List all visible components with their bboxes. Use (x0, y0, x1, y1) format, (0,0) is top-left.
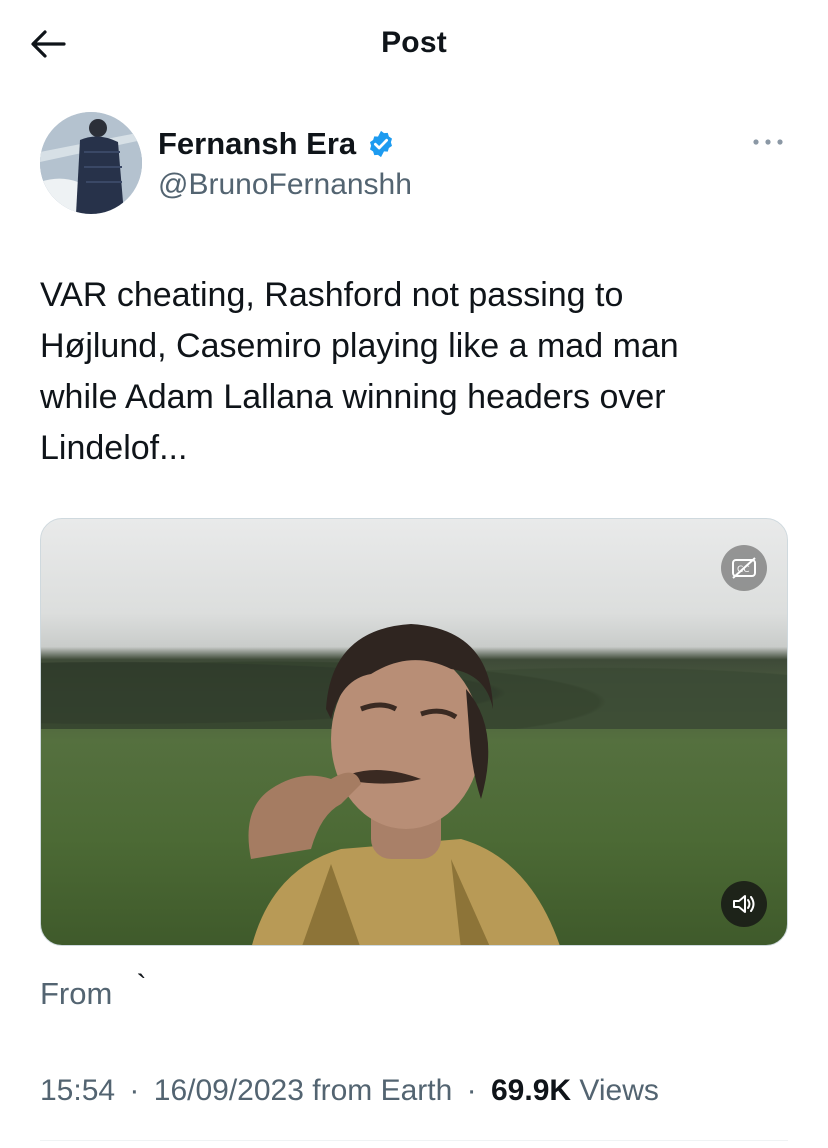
avatar[interactable] (40, 112, 142, 214)
separator: · (129, 1074, 140, 1107)
volume-button[interactable] (721, 881, 767, 927)
post-author: Fernansh Era @BrunoFernanshh (40, 112, 788, 216)
separator: · (466, 1074, 477, 1107)
post-origin: from Earth (312, 1074, 453, 1107)
user-handle[interactable]: @BrunoFernanshh (158, 168, 412, 202)
volume-muted-icon (733, 895, 755, 913)
page-title: Post (381, 26, 447, 59)
video-frame-subject (248, 624, 560, 945)
source-label: From (40, 976, 113, 1011)
display-name-row: Fernansh Era (158, 124, 396, 164)
post-metadata: 15:54 · 16/09/2023 from Earth · 69.9K Vi… (40, 1074, 659, 1108)
post-text: VAR cheating, Rashford not passing to Hø… (40, 276, 679, 467)
source-row: From ` (40, 968, 147, 1012)
source-name[interactable]: ` (136, 968, 146, 1003)
post-date[interactable]: 16/09/2023 (154, 1074, 304, 1107)
verified-badge-icon (370, 130, 393, 158)
divider (40, 1140, 788, 1141)
more-options-button[interactable] (750, 130, 786, 154)
post-time[interactable]: 15:54 (40, 1074, 115, 1107)
display-name[interactable]: Fernansh Era (158, 126, 356, 162)
more-horizontal-icon (753, 139, 783, 145)
views-count[interactable]: 69.9K (491, 1074, 571, 1107)
top-bar: Post (0, 0, 828, 90)
captions-button[interactable]: CC (721, 545, 767, 591)
views-label: Views (579, 1074, 659, 1107)
avatar-image (40, 112, 142, 214)
captions-off-icon: CC (732, 557, 756, 579)
video-player[interactable]: CC (40, 518, 788, 946)
